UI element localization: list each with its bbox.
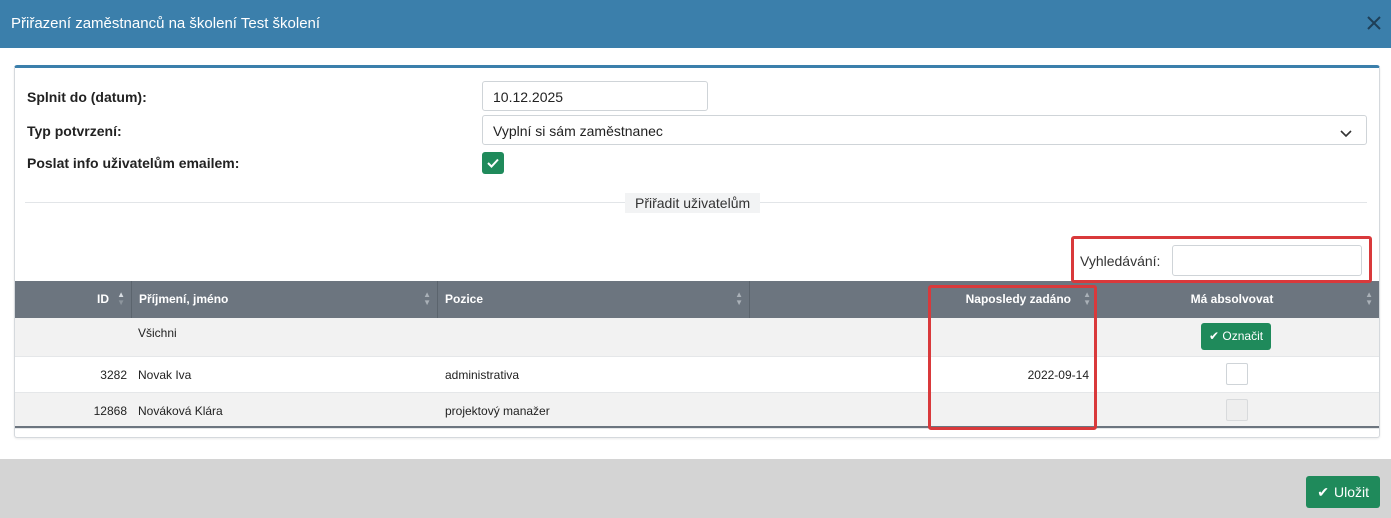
search-label: Vyhledávání:: [1080, 253, 1161, 269]
email-notify-checkbox[interactable]: [482, 152, 504, 174]
deadline-input[interactable]: 10.12.2025: [482, 81, 708, 111]
cell-last-assigned: [915, 393, 1089, 429]
col-must-attend-label: Má absolvovat: [1190, 292, 1274, 306]
confirm-type-select[interactable]: Vyplní si sám zaměstnanec: [482, 115, 1367, 145]
must-attend-checkbox[interactable]: [1226, 363, 1248, 385]
sort-icon: ▲ ▼: [1365, 290, 1373, 307]
mark-all-button[interactable]: ✔ Označit: [1201, 323, 1272, 350]
table-row-all: Všichni ✔ Označit: [15, 318, 1379, 357]
dialog-title: Přiřazení zaměstnanců na školení Test šk…: [11, 15, 321, 32]
table-row: 3282 Novak Iva administrativa 2022-09-14: [15, 357, 1379, 393]
confirm-type-value: Vyplní si sám zaměstnanec: [493, 123, 663, 139]
table-row: 12868 Nováková Klára projektový manažer: [15, 393, 1379, 429]
email-notify-label: Poslat info uživatelům emailem:: [27, 155, 240, 171]
dialog-footer: ✔ Uložit: [0, 459, 1391, 518]
check-icon: ✔: [1317, 483, 1329, 500]
dialog-header: Přiřazení zaměstnanců na školení Test šk…: [0, 0, 1391, 48]
close-icon[interactable]: [1363, 12, 1385, 34]
cell-id: 12868: [93, 404, 127, 418]
col-last-assigned[interactable]: Naposledy zadáno ▲ ▼: [750, 281, 1091, 318]
check-icon: ✔: [1209, 329, 1220, 343]
sort-icon: ▲ ▼: [735, 290, 743, 307]
save-button[interactable]: ✔ Uložit: [1306, 476, 1380, 508]
must-attend-checkbox: [1226, 399, 1248, 421]
users-table: ID ▲ ▼ Příjmení, jméno ▲ ▼ Pozice ▲ ▼ Napos…: [15, 281, 1379, 429]
cell-name: Nováková Klára: [138, 404, 223, 418]
check-icon: [487, 158, 499, 168]
sort-icon: ▲ ▼: [423, 290, 431, 307]
cell-position: projektový manažer: [445, 404, 550, 418]
col-position-label: Pozice: [445, 292, 484, 306]
col-name-label: Příjmení, jméno: [139, 292, 229, 306]
all-label: Všichni: [138, 326, 177, 340]
section-legend: Přiřadit uživatelům: [625, 193, 761, 213]
table-bottom-border: [15, 426, 1379, 428]
mark-all-label: Označit: [1222, 329, 1264, 343]
chevron-down-icon: [1340, 125, 1352, 141]
cell-position: administrativa: [445, 368, 520, 382]
col-id-label: ID: [97, 292, 109, 306]
col-name[interactable]: Příjmení, jméno ▲ ▼: [132, 281, 438, 318]
cell-name: Novak Iva: [138, 368, 192, 382]
table-header: ID ▲ ▼ Příjmení, jméno ▲ ▼ Pozice ▲ ▼ Napos…: [15, 281, 1379, 318]
save-label: Uložit: [1333, 484, 1369, 500]
cell-last-assigned: 2022-09-14: [1027, 368, 1089, 382]
col-position[interactable]: Pozice ▲ ▼: [438, 281, 750, 318]
sort-icon: ▲ ▼: [117, 290, 125, 307]
search-input[interactable]: [1172, 245, 1362, 276]
col-last-assigned-label: Naposledy zadáno: [965, 292, 1071, 306]
cell-id: 3282: [100, 368, 127, 382]
confirm-type-label: Typ potvrzení:: [27, 123, 122, 139]
col-id[interactable]: ID ▲ ▼: [15, 281, 132, 318]
deadline-label: Splnit do (datum):: [27, 89, 147, 105]
col-must-attend[interactable]: Má absolvovat ▲ ▼: [1085, 281, 1379, 318]
